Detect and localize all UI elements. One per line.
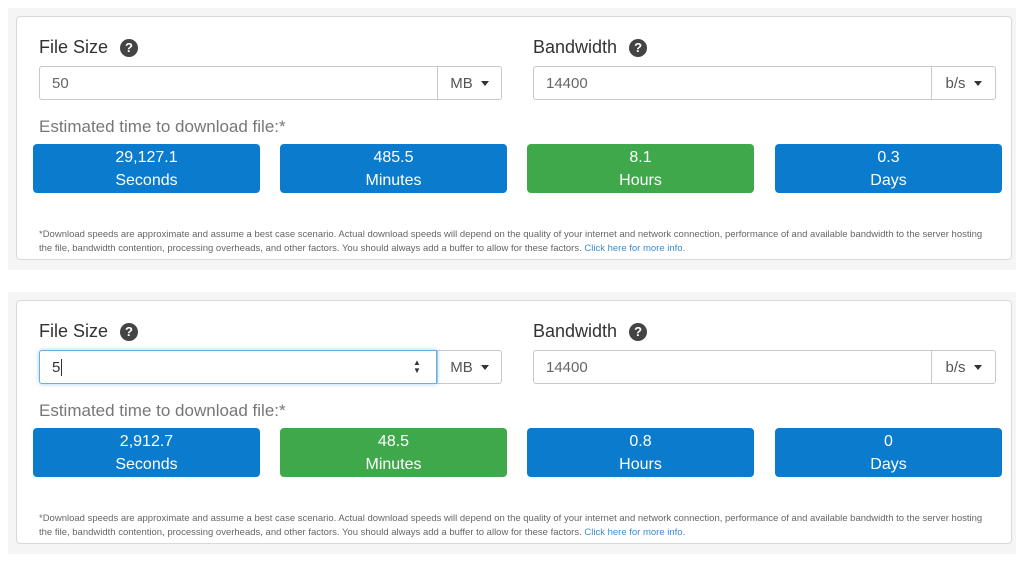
chevron-down-icon xyxy=(973,80,982,86)
bandwidth-value: 14400 xyxy=(546,358,588,376)
result-unit: Hours xyxy=(619,456,662,473)
file-size-input[interactable]: 5 ▲ ▼ xyxy=(39,350,437,384)
bandwidth-unit-dropdown[interactable]: b/s xyxy=(931,66,996,100)
result-tile-days: 0.3 Days xyxy=(775,144,1002,193)
result-tile-hours: 8.1 Hours xyxy=(527,144,754,193)
chevron-down-icon xyxy=(480,80,489,86)
help-icon[interactable]: ? xyxy=(629,322,648,341)
estimate-label: Estimated time to download file:* xyxy=(39,401,286,420)
chevron-down-icon xyxy=(973,364,982,370)
more-info-link[interactable]: Click here for more info. xyxy=(584,527,685,538)
result-value: 0.3 xyxy=(877,149,900,166)
bandwidth-heading: Bandwidth ? xyxy=(533,321,648,342)
bandwidth-unit-dropdown[interactable]: b/s xyxy=(931,350,996,384)
calculator-section-2: File Size ? Bandwidth ? 5 ▲ ▼ MB 14400 b/… xyxy=(8,292,1016,554)
bandwidth-input-group: 14400 b/s xyxy=(533,350,996,384)
disclaimer: *Download speeds are approximate and ass… xyxy=(39,512,989,540)
result-value: 48.5 xyxy=(377,433,410,450)
result-unit: Hours xyxy=(619,172,662,189)
result-unit: Minutes xyxy=(365,172,422,189)
result-tile-days: 0 Days xyxy=(775,428,1002,477)
result-value: 0 xyxy=(884,433,893,450)
help-icon[interactable]: ? xyxy=(120,38,139,57)
file-size-label: File Size xyxy=(39,321,109,341)
file-size-unit-label: MB xyxy=(450,74,473,92)
bandwidth-value: 14400 xyxy=(546,74,588,92)
bandwidth-unit-label: b/s xyxy=(945,74,966,92)
bandwidth-input[interactable]: 14400 xyxy=(533,66,931,100)
result-value: 29,127.1 xyxy=(115,149,178,166)
file-size-input-group: 50 MB xyxy=(39,66,502,100)
result-value: 8.1 xyxy=(629,149,652,166)
bandwidth-label: Bandwidth xyxy=(533,37,618,57)
file-size-unit-dropdown[interactable]: MB xyxy=(437,350,502,384)
result-tile-minutes: 485.5 Minutes xyxy=(280,144,507,193)
calculator-section-1: File Size ? Bandwidth ? 50 MB 14400 b/s xyxy=(8,8,1016,270)
file-size-unit-label: MB xyxy=(450,358,473,376)
result-value: 485.5 xyxy=(373,149,414,166)
disclaimer-text: *Download speeds are approximate and ass… xyxy=(39,513,983,538)
result-unit: Seconds xyxy=(115,456,178,473)
calculator-panel: File Size ? Bandwidth ? 50 MB 14400 b/s xyxy=(16,16,1012,260)
file-size-unit-dropdown[interactable]: MB xyxy=(437,66,502,100)
text-cursor xyxy=(61,358,63,376)
result-unit: Seconds xyxy=(115,172,178,189)
result-tile-hours: 0.8 Hours xyxy=(527,428,754,477)
chevron-down-icon xyxy=(480,364,489,370)
bandwidth-heading: Bandwidth ? xyxy=(533,37,648,58)
number-spinner-icon[interactable]: ▲ ▼ xyxy=(412,359,422,377)
result-tile-seconds: 2,912.7 Seconds xyxy=(33,428,260,477)
file-size-value: 5 xyxy=(52,358,61,376)
more-info-link[interactable]: Click here for more info. xyxy=(584,243,685,254)
file-size-value: 50 xyxy=(52,74,69,92)
result-value: 2,912.7 xyxy=(119,433,174,450)
bandwidth-input[interactable]: 14400 xyxy=(533,350,931,384)
file-size-input-group: 5 ▲ ▼ MB xyxy=(39,350,502,384)
result-unit: Days xyxy=(870,172,907,189)
result-unit: Minutes xyxy=(365,456,422,473)
disclaimer: *Download speeds are approximate and ass… xyxy=(39,228,989,256)
result-tile-seconds: 29,127.1 Seconds xyxy=(33,144,260,193)
help-icon[interactable]: ? xyxy=(629,38,648,57)
file-size-input[interactable]: 50 xyxy=(39,66,437,100)
result-unit: Days xyxy=(870,456,907,473)
file-size-heading: File Size ? xyxy=(39,37,139,58)
bandwidth-unit-label: b/s xyxy=(945,358,966,376)
bandwidth-label: Bandwidth xyxy=(533,321,618,341)
estimate-label: Estimated time to download file:* xyxy=(39,117,286,136)
bandwidth-input-group: 14400 b/s xyxy=(533,66,996,100)
disclaimer-text: *Download speeds are approximate and ass… xyxy=(39,229,983,254)
calculator-panel: File Size ? Bandwidth ? 5 ▲ ▼ MB 14400 b/… xyxy=(16,300,1012,544)
result-tile-minutes: 48.5 Minutes xyxy=(280,428,507,477)
help-icon[interactable]: ? xyxy=(120,322,139,341)
file-size-label: File Size xyxy=(39,37,109,57)
result-value: 0.8 xyxy=(629,433,652,450)
file-size-heading: File Size ? xyxy=(39,321,139,342)
